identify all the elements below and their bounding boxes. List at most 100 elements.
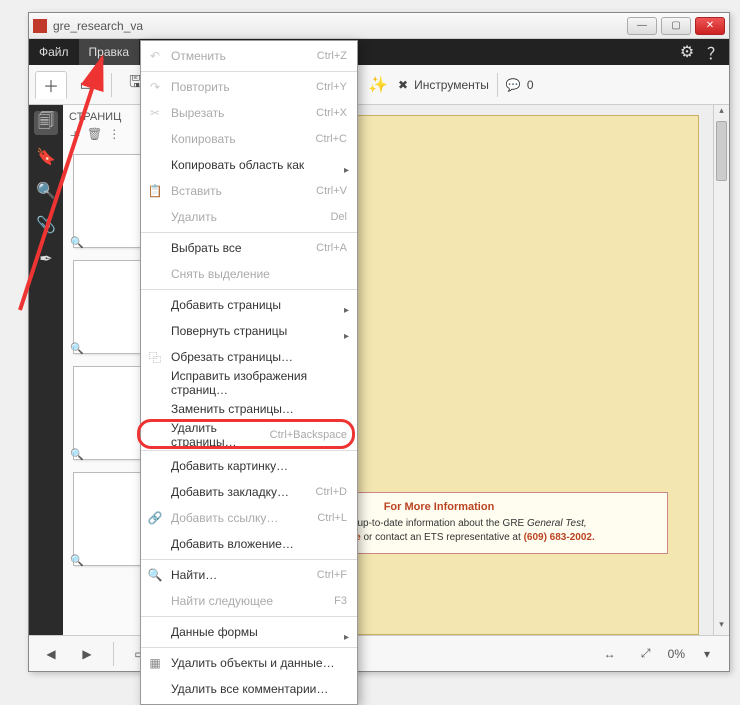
app-icon [33,19,47,33]
menu-item[interactable]: Повернуть страницы [141,318,357,344]
search-icon[interactable]: 🔍 [34,179,58,203]
menu-item-label: Повторить [171,80,230,94]
menu-item-icon: 📋 [147,184,163,198]
menu-item[interactable]: Копировать область как [141,152,357,178]
menu-item[interactable]: Добавить закладку…Ctrl+D [141,479,357,505]
menu-item-shortcut: Ctrl+F [317,569,347,581]
menu-item[interactable]: 🔍 Найти… Ctrl+F [141,562,357,588]
menu-item-shortcut: Ctrl+Backspace [270,429,347,441]
edit-menu-dropdown: ↶ОтменитьCtrl+Z↷ПовторитьCtrl+Y✂Вырезать… [140,40,358,705]
menu-item-label: Вырезать [171,106,224,120]
menu-edit[interactable]: Правка [79,39,140,65]
help-icon[interactable]: ？ [701,39,729,65]
thumbnails-icon[interactable]: 🗐 [34,111,58,135]
zoom-value[interactable]: 0% [668,647,685,661]
menu-item[interactable]: Заменить страницы… [141,396,357,422]
left-toolbar: 🗐 🔖 🔍 📎 ✒ [29,105,63,635]
menu-item-label: Добавить страницы [171,298,281,312]
menu-item[interactable]: Данные формы [141,619,357,645]
menu-item-shortcut: Ctrl+V [316,185,347,197]
attachments-icon[interactable]: 📎 [34,213,58,237]
menu-item-label: Копировать область как [171,158,304,172]
menu-file[interactable]: Файл [29,39,79,65]
page-thumbnail[interactable] [73,154,145,248]
prev-page-button[interactable]: ◀ [37,642,65,666]
menu-item-label: Удалить [171,210,217,224]
menu-item: Снять выделение [141,261,357,287]
next-page-button[interactable]: ▶ [73,642,101,666]
page-thumbnail[interactable] [73,472,145,566]
bookmarks-icon[interactable]: 🔖 [34,145,58,169]
menu-item[interactable]: Выбрать все Ctrl+A [141,235,357,261]
menu-item-label: Добавить закладку… [171,485,289,499]
menu-item: ↶ОтменитьCtrl+Z [141,43,357,69]
menu-item: 🔗Добавить ссылку…Ctrl+L [141,505,357,531]
page-thumbnail[interactable] [73,366,145,460]
thumb-delete-icon[interactable]: 🗑 [87,127,102,144]
menu-item-icon: ↶ [147,49,163,63]
tools-button[interactable]: ✖ Инструменты [398,78,489,92]
menu-item[interactable]: Удалить страницы…Ctrl+Backspace [141,422,357,448]
vertical-scrollbar[interactable]: ▴ ▾ [713,105,729,635]
menu-item[interactable]: ▦Удалить объекты и данные… [141,650,357,676]
menu-item[interactable]: Добавить вложение… [141,531,357,557]
menu-item-label: Удалить все комментарии… [171,682,328,696]
menu-item-label: Заменить страницы… [171,402,294,416]
scroll-up-icon[interactable]: ▴ [714,105,729,121]
minimize-button[interactable]: — [627,17,657,35]
maximize-button[interactable]: ▢ [661,17,691,35]
comments-button[interactable]: 💬 0 [506,78,534,92]
menu-item: Копировать Ctrl+C [141,126,357,152]
comment-icon: 💬 [506,78,521,92]
scroll-down-icon[interactable]: ▾ [714,619,729,635]
close-button[interactable]: ✕ [695,17,725,35]
menu-item-label: Выбрать все [171,241,242,255]
thumb-more-icon[interactable]: ⋮ [108,127,120,144]
menu-item-shortcut: Ctrl+Z [317,50,347,62]
menu-item[interactable]: Добавить страницы [141,292,357,318]
settings-icon[interactable]: ⚙ [673,39,701,65]
tools-label: Инструменты [414,78,489,92]
tools-icon: ✖ [398,78,408,92]
menu-item[interactable]: ⿻Обрезать страницы… [141,344,357,370]
menu-item-shortcut: Ctrl+L [317,512,347,524]
page-thumbnail[interactable] [73,260,145,354]
menu-item-label: Найти… [171,568,217,582]
menu-item-icon: 🔍 [147,568,163,582]
new-tab-button[interactable]: ＋ [35,71,67,99]
fit-page-icon[interactable]: ⤢ [632,642,660,666]
zoom-dropdown-icon[interactable]: ▾ [693,642,721,666]
menu-item-label: Исправить изображения страниц… [171,369,347,397]
menu-item-shortcut: Del [330,211,347,223]
app-window: gre_research_va — ▢ ✕ Файл Правка ⚙ ？ ＋ … [28,12,730,672]
wand-button[interactable]: ✨ [362,71,394,99]
menu-item-icon: ✂ [147,106,163,120]
statusbar: ◀ ▶ ▭ 🔍 Фоновое расп… ↔ ⤢ 0% ▾ [29,635,729,671]
menu-item[interactable]: Исправить изображения страниц… [141,370,357,396]
document-tab[interactable]: ▭ [71,71,103,99]
menu-item-shortcut: Ctrl+Y [316,81,347,93]
menu-item: Удалить Del [141,204,357,230]
menu-item-label: Добавить вложение… [171,537,294,551]
menu-item: Найти следующееF3 [141,588,357,614]
menu-item-label: Обрезать страницы… [171,350,293,364]
fit-width-icon[interactable]: ↔ [596,642,624,666]
menu-item-label: Копировать [171,132,236,146]
comments-count: 0 [527,78,534,92]
signatures-icon[interactable]: ✒ [34,247,58,271]
menu-item: ↷ПовторитьCtrl+Y [141,74,357,100]
menu-item-shortcut: Ctrl+A [316,242,347,254]
menu-item-label: Удалить страницы… [171,421,270,449]
menu-item-label: Добавить ссылку… [171,511,278,525]
menu-item-label: Вставить [171,184,222,198]
menu-item-shortcut: Ctrl+C [316,133,347,145]
menu-item[interactable]: Добавить картинку… [141,453,357,479]
menu-item-label: Найти следующее [171,594,273,608]
scroll-thumb[interactable] [716,121,727,181]
body: 🗐 🔖 🔍 📎 ✒ СТРАНИЦ ＋ 🗑 ⋮ For M [29,105,729,635]
menu-item-icon: ▦ [147,656,163,670]
menu-item[interactable]: Удалить все комментарии… [141,676,357,702]
titlebar: gre_research_va — ▢ ✕ [29,13,729,39]
thumb-add-icon[interactable]: ＋ [69,127,81,144]
menu-item-label: Снять выделение [171,267,270,281]
